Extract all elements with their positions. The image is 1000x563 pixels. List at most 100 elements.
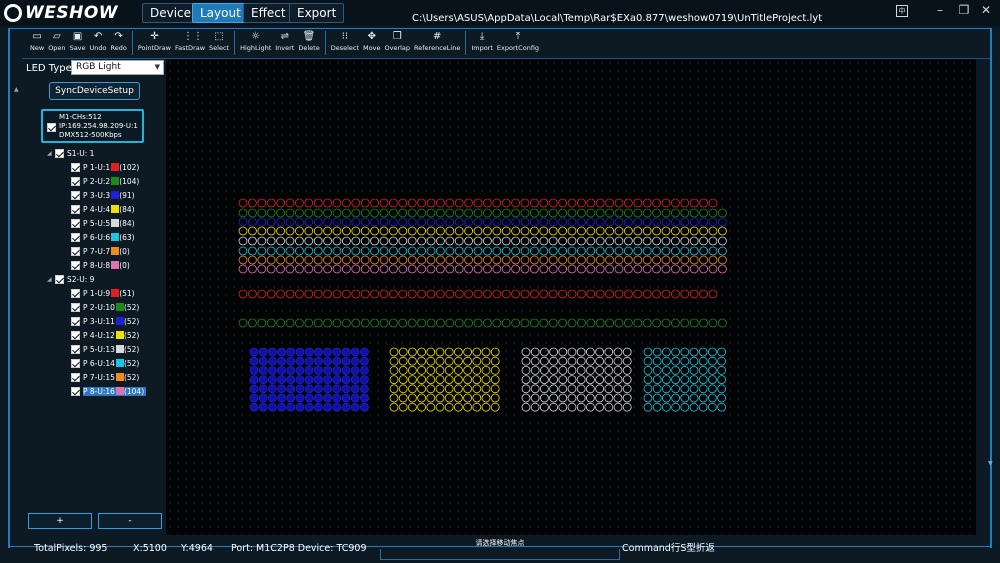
undo-button[interactable]: ↶ Undo (88, 31, 109, 57)
strip-pixel[interactable] (670, 236, 680, 246)
strip-pixel[interactable] (294, 217, 304, 227)
strip-pixel[interactable] (304, 236, 314, 246)
block-pixel[interactable] (350, 384, 360, 394)
block-pixel[interactable] (258, 393, 268, 403)
strip-pixel[interactable] (642, 246, 652, 256)
strip-pixel[interactable] (548, 236, 558, 246)
strip-pixel[interactable] (370, 198, 380, 208)
strip-pixel[interactable] (473, 264, 483, 274)
strip-pixel[interactable] (548, 264, 558, 274)
block-pixel[interactable] (463, 375, 473, 385)
strip-pixel[interactable] (332, 236, 342, 246)
strip-pixel[interactable] (398, 226, 408, 236)
strip-pixel[interactable] (511, 264, 521, 274)
open-button[interactable]: ▱ Open (46, 31, 67, 57)
strip-pixel[interactable] (276, 226, 285, 236)
tab-layout[interactable]: Layout (192, 3, 249, 23)
strip-pixel[interactable] (520, 208, 530, 218)
strip-pixel[interactable] (454, 246, 464, 256)
strip-pixel[interactable] (276, 289, 285, 299)
block-pixel[interactable] (323, 347, 333, 357)
strip-pixel[interactable] (435, 208, 445, 218)
strip-pixel[interactable] (576, 264, 586, 274)
strip-pixel[interactable] (586, 264, 596, 274)
strip-pixel[interactable] (445, 198, 455, 208)
block-pixel[interactable] (585, 365, 595, 375)
strip-pixel[interactable] (388, 318, 398, 328)
strip-pixel[interactable] (332, 198, 342, 208)
strip-pixel[interactable] (417, 289, 427, 299)
block-pixel[interactable] (435, 365, 445, 375)
strip-pixel[interactable] (238, 198, 248, 208)
block-pixel[interactable] (595, 384, 605, 394)
strip-pixel[interactable] (708, 226, 718, 236)
strip-pixel[interactable] (445, 226, 455, 236)
strip-pixel[interactable] (482, 255, 492, 265)
block-pixel[interactable] (249, 402, 259, 412)
port-checkbox[interactable] (71, 358, 80, 368)
port-checkbox[interactable] (71, 386, 80, 396)
block-pixel[interactable] (530, 356, 540, 366)
block-pixel[interactable] (341, 375, 351, 385)
strip-pixel[interactable] (238, 208, 248, 218)
strip-pixel[interactable] (652, 289, 662, 299)
block-pixel[interactable] (323, 402, 333, 412)
strip-pixel[interactable] (492, 198, 502, 208)
block-pixel[interactable] (585, 356, 595, 366)
strip-pixel[interactable] (586, 198, 596, 208)
strip-pixel[interactable] (445, 255, 455, 265)
strip-pixel[interactable] (595, 217, 605, 227)
block-pixel[interactable] (689, 375, 699, 385)
strip-pixel[interactable] (699, 264, 708, 274)
block-pixel[interactable] (444, 375, 454, 385)
block-pixel[interactable] (472, 347, 482, 357)
strip-pixel[interactable] (567, 198, 577, 208)
strip-pixel[interactable] (276, 318, 285, 328)
strip-pixel[interactable] (445, 236, 455, 246)
strip-pixel[interactable] (520, 255, 530, 265)
block-pixel[interactable] (671, 393, 681, 403)
block-pixel[interactable] (453, 365, 463, 375)
block-pixel[interactable] (453, 347, 463, 357)
strip-pixel[interactable] (294, 318, 304, 328)
strip-pixel[interactable] (652, 318, 662, 328)
strip-pixel[interactable] (595, 208, 605, 218)
strip-pixel[interactable] (266, 318, 276, 328)
block-pixel[interactable] (258, 365, 268, 375)
strip-pixel[interactable] (266, 226, 276, 236)
strip-pixel[interactable] (567, 236, 577, 246)
strip-pixel[interactable] (492, 246, 502, 256)
strip-pixel[interactable] (680, 289, 690, 299)
strip-pixel[interactable] (529, 264, 539, 274)
block-pixel[interactable] (286, 347, 296, 357)
strip-pixel[interactable] (501, 318, 511, 328)
tree-port-item[interactable]: P 3-U:11 (52) (71, 315, 141, 327)
strip-pixel[interactable] (652, 226, 662, 236)
strip-pixel[interactable] (511, 208, 521, 218)
block-pixel[interactable] (398, 365, 408, 375)
block-pixel[interactable] (490, 402, 500, 412)
strip-pixel[interactable] (473, 246, 483, 256)
block-pixel[interactable] (304, 384, 314, 394)
block-pixel[interactable] (576, 375, 586, 385)
block-pixel[interactable] (350, 365, 360, 375)
block-pixel[interactable] (576, 347, 586, 357)
strip-pixel[interactable] (614, 264, 624, 274)
strip-pixel[interactable] (558, 236, 568, 246)
strip-pixel[interactable] (464, 264, 474, 274)
block-pixel[interactable] (472, 356, 482, 366)
strip-pixel[interactable] (511, 318, 521, 328)
block-pixel[interactable] (558, 402, 568, 412)
block-pixel[interactable] (643, 365, 653, 375)
block-pixel[interactable] (258, 347, 268, 357)
group-checkbox[interactable] (55, 148, 64, 158)
block-pixel[interactable] (304, 347, 314, 357)
port-checkbox[interactable] (71, 288, 80, 298)
port-checkbox[interactable] (71, 218, 80, 228)
strip-pixel[interactable] (652, 217, 662, 227)
strip-pixel[interactable] (407, 208, 417, 218)
block-pixel[interactable] (717, 375, 726, 385)
block-pixel[interactable] (389, 402, 399, 412)
block-pixel[interactable] (332, 393, 342, 403)
strip-pixel[interactable] (642, 236, 652, 246)
